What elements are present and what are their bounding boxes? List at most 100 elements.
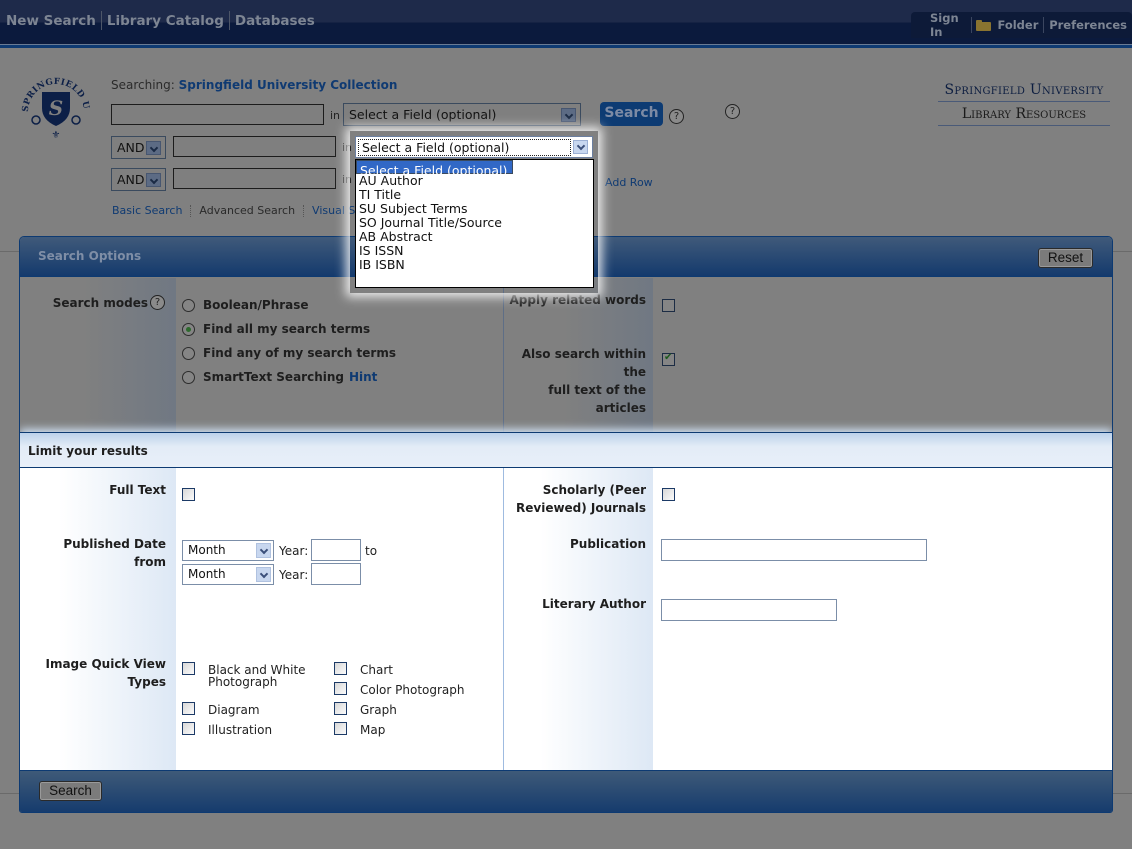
full-text-checkbox[interactable] <box>182 488 195 501</box>
month-value: Month <box>188 543 226 557</box>
from-year-input[interactable] <box>311 539 361 561</box>
dropdown-option[interactable]: TI Title <box>356 188 593 202</box>
dropdown-option[interactable]: IS ISSN <box>356 244 593 258</box>
radio-button-selected[interactable] <box>182 322 195 336</box>
dropdown-option[interactable]: Select a Field (optional) <box>356 160 514 178</box>
also-search-full-text-checkbox[interactable] <box>662 352 675 366</box>
nav-databases[interactable]: Databases <box>230 13 320 29</box>
limit-results-title: Limit your results <box>28 444 148 458</box>
color-photograph-checkbox[interactable] <box>334 682 347 695</box>
dropdown-option[interactable]: SU Subject Terms <box>356 202 593 216</box>
search-options-title: Search Options <box>38 249 142 263</box>
search-options-panel: Search Options Reset Search modes ? Bool… <box>19 236 1113 813</box>
to-year-input[interactable] <box>311 563 361 585</box>
chevron-down-icon[interactable] <box>256 543 271 558</box>
mode-smarttext[interactable]: SmartText Searching Hint <box>182 370 377 384</box>
help-icon[interactable]: ? <box>150 295 165 310</box>
illustration-label: Illustration <box>208 723 273 737</box>
bw-photograph-checkbox[interactable] <box>182 662 195 675</box>
to-month-select[interactable]: Month <box>182 564 274 585</box>
label-line: Image Quick View <box>45 657 166 671</box>
folder-link[interactable]: Folder <box>971 18 1043 32</box>
preferences-link[interactable]: Preferences <box>1044 18 1132 32</box>
chevron-down-icon[interactable] <box>146 141 161 155</box>
mode-find-all-terms[interactable]: Find all my search terms <box>182 322 370 336</box>
boolean-operator-select-3[interactable]: AND <box>111 168 166 191</box>
library-brand: Springfield University Library Resources <box>938 82 1110 126</box>
mode-label: Find any of my search terms <box>203 346 396 360</box>
chevron-down-icon[interactable] <box>146 173 161 187</box>
operator-value: AND <box>117 140 145 155</box>
bw-photograph-label: Black and White Photograph <box>208 664 306 688</box>
help-icon[interactable]: ? <box>725 104 740 119</box>
nav-library-catalog[interactable]: Library Catalog <box>102 13 229 29</box>
search-modes-section: Search modes ? Boolean/Phrase Find all m… <box>20 278 1112 432</box>
scholarly-label: Scholarly (Peer Reviewed) Journals <box>503 481 646 517</box>
mode-label: Find all my search terms <box>203 322 371 336</box>
diagram-checkbox[interactable] <box>182 702 195 715</box>
nav-new-search[interactable]: New Search <box>6 13 101 29</box>
search-term-input-2[interactable] <box>173 136 336 157</box>
search-button[interactable]: Search <box>600 102 663 126</box>
field-select-1[interactable]: Select a Field (optional) <box>343 103 581 126</box>
mode-find-any-terms[interactable]: Find any of my search terms <box>182 346 396 360</box>
mode-label: SmartText Searching <box>203 370 344 384</box>
map-checkbox[interactable] <box>334 722 347 735</box>
boolean-operator-select-2[interactable]: AND <box>111 136 166 159</box>
panel-footer: Search <box>20 770 1112 812</box>
chart-checkbox[interactable] <box>334 662 347 675</box>
searching-collection: Searching: Springfield University Collec… <box>111 78 397 92</box>
scholarly-checkbox[interactable] <box>662 488 675 501</box>
limit-results-header: Limit your results <box>20 432 1112 468</box>
graph-checkbox[interactable] <box>334 702 347 715</box>
footer-search-button[interactable]: Search <box>39 781 102 801</box>
operator-value: AND <box>117 172 145 187</box>
year-label: Year: <box>279 568 309 582</box>
svg-text:S: S <box>49 96 63 120</box>
radio-button[interactable] <box>182 370 195 384</box>
dropdown-option[interactable]: AB Abstract <box>356 230 593 244</box>
brand-line-1: Springfield University <box>938 82 1110 102</box>
radio-button[interactable] <box>182 298 195 312</box>
literary-author-input[interactable] <box>661 599 837 621</box>
mode-boolean-phrase[interactable]: Boolean/Phrase <box>182 298 309 312</box>
published-date-label: Published Date from <box>63 537 166 569</box>
collection-link[interactable]: Springfield University Collection <box>179 78 398 92</box>
illustration-checkbox[interactable] <box>182 722 195 735</box>
search-term-input-3[interactable] <box>173 168 336 189</box>
radio-button[interactable] <box>182 346 195 360</box>
dropdown-option[interactable]: SO Journal Title/Source <box>356 216 593 230</box>
apply-related-words-checkbox[interactable] <box>662 299 675 312</box>
help-icon[interactable]: ? <box>669 109 684 124</box>
basic-search-link[interactable]: Basic Search <box>112 204 182 217</box>
folder-icon <box>976 19 992 31</box>
field-select-2[interactable]: Select a Field (optional) <box>355 136 593 158</box>
image-quick-view-label: Image Quick View Types <box>30 655 166 691</box>
folder-label: Folder <box>997 18 1039 32</box>
advanced-search-link[interactable]: Advanced Search <box>199 204 295 217</box>
link-separator <box>190 204 192 217</box>
search-modes-label: Search modes <box>52 296 148 310</box>
reset-button[interactable]: Reset <box>1038 248 1093 268</box>
full-text-label: Full Text <box>109 483 166 497</box>
publication-input[interactable] <box>661 539 927 561</box>
chevron-down-icon[interactable] <box>561 108 576 122</box>
hint-link[interactable]: Hint <box>349 370 377 384</box>
field-select-2-value: Select a Field (optional) <box>358 139 571 156</box>
chevron-down-icon[interactable] <box>573 140 588 154</box>
link-separator <box>303 204 305 217</box>
dropdown-option[interactable]: IB ISBN <box>356 258 593 272</box>
from-month-select[interactable]: Month <box>182 540 274 561</box>
chart-label: Chart <box>360 663 393 677</box>
search-type-links: Basic Search Advanced Search Visual Sear… <box>112 204 386 217</box>
svg-text:⚜: ⚜ <box>52 130 61 141</box>
search-term-input-1[interactable] <box>111 104 324 125</box>
mode-label: Boolean/Phrase <box>203 298 309 312</box>
sign-in-link[interactable]: Sign In <box>925 11 971 39</box>
divider <box>1112 793 1132 794</box>
add-row-link[interactable]: Add Row <box>605 176 653 189</box>
label-line: Reviewed) Journals <box>516 501 646 515</box>
divider <box>1112 251 1132 252</box>
chevron-down-icon[interactable] <box>256 567 271 582</box>
label-line: full text of the articles <box>548 383 646 415</box>
